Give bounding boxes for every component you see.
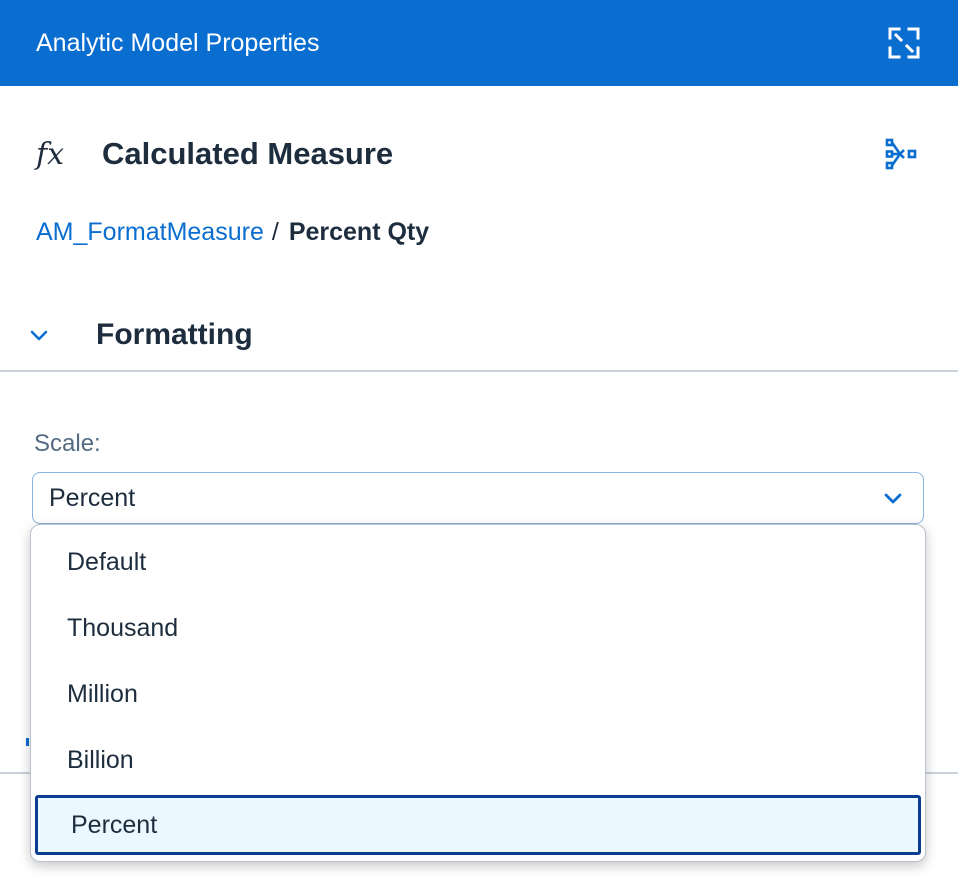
scale-options-popover: Default Thousand Million Billion Percent: [30, 524, 926, 862]
object-type-title: Calculated Measure: [102, 136, 394, 171]
scale-select-value: Percent: [49, 483, 136, 512]
scale-select[interactable]: Percent: [32, 472, 924, 524]
panel-title: Analytic Model Properties: [36, 28, 320, 57]
lineage-icon[interactable]: [882, 134, 922, 174]
breadcrumb: AM_FormatMeasure / Percent Qty: [36, 218, 429, 247]
formatting-section-header[interactable]: Formatting: [0, 300, 958, 372]
object-header: fx Calculated Measure: [36, 128, 922, 180]
option-billion[interactable]: Billion: [31, 727, 925, 793]
option-million[interactable]: Million: [31, 661, 925, 727]
breadcrumb-link-parent[interactable]: AM_FormatMeasure: [36, 218, 264, 247]
panel-header: Analytic Model Properties: [0, 0, 958, 86]
underlying-link-mark: [26, 738, 29, 746]
fx-icon: fx: [36, 136, 65, 172]
expand-icon[interactable]: [886, 25, 922, 61]
option-default[interactable]: Default: [31, 529, 925, 595]
breadcrumb-current: Percent Qty: [288, 218, 430, 246]
scale-label: Scale:: [34, 430, 101, 457]
option-percent[interactable]: Percent: [35, 795, 921, 855]
properties-panel: Analytic Model Properties fx Calculated …: [0, 0, 958, 891]
section-title: Formatting: [96, 318, 253, 351]
breadcrumb-separator: /: [271, 218, 279, 246]
option-thousand[interactable]: Thousand: [31, 595, 925, 661]
chevron-down-icon[interactable]: [24, 320, 54, 350]
chevron-down-icon[interactable]: [879, 484, 907, 512]
